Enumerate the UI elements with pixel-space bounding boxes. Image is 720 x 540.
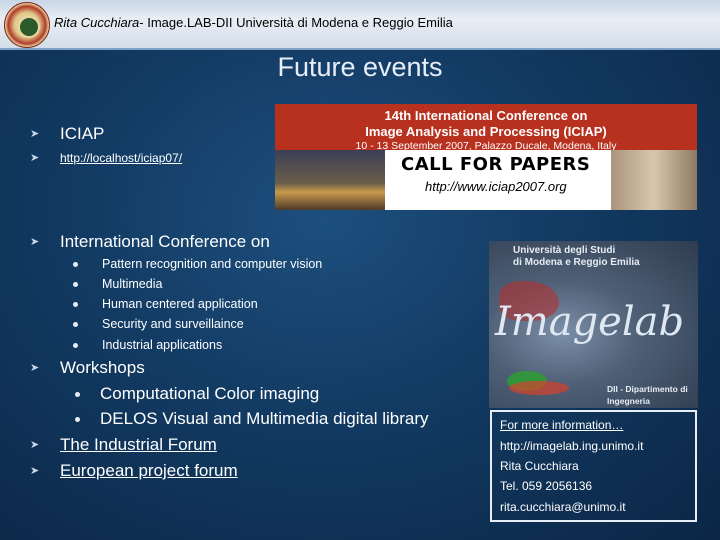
info-email: rita.cucchiara@unimo.it — [500, 500, 626, 514]
iciap-title-line2: Image Analysis and Processing (ICIAP) — [365, 124, 607, 139]
slide-title: Future events — [277, 52, 443, 82]
workshop-text: DELOS Visual and Multimedia digital libr… — [100, 409, 429, 428]
imagelab-header-line1: Università degli Studi — [513, 245, 616, 256]
topic-text: Security and surveillaince — [102, 317, 244, 331]
bullet-intl-conf-text: International Conference on — [60, 232, 270, 251]
iciap-link[interactable]: http://localhost/iciap07/ — [60, 151, 182, 165]
imagelab-picture: Università degli Studi di Modena e Reggi… — [489, 241, 698, 408]
palazzo-photo — [275, 150, 385, 210]
workshop-text: Computational Color imaging — [100, 384, 320, 403]
imagelab-footer-line1: DII - Dipartimento di — [607, 384, 688, 394]
topic-text: Pattern recognition and computer vision — [102, 257, 323, 271]
arrow-bullet-icon: ➤ — [30, 439, 40, 451]
dot-bullet-icon — [73, 321, 78, 327]
imagelab-logo: Imagelab — [495, 299, 685, 345]
header-text: Rita Cucchiara- Image.LAB-DII Università… — [54, 15, 453, 30]
iciap-banner-image: 14th International Conference on Image A… — [275, 104, 697, 210]
bullet-iciap-text: ICIAP — [60, 124, 105, 143]
bullet-european-forum: ➤ European project forum — [30, 461, 238, 481]
header-author: Rita Cucchiara — [54, 15, 140, 30]
dot-bullet-icon — [75, 391, 80, 397]
bullet-iciap-url: ➤ http://localhost/iciap07/ — [30, 151, 182, 165]
more-info-link[interactable]: For more information… — [500, 418, 623, 432]
iciap-banner-url: http://www.iciap2007.org — [425, 179, 567, 194]
dot-bullet-icon — [73, 342, 78, 348]
arrow-bullet-icon: ➤ — [30, 152, 40, 164]
industrial-forum-link[interactable]: The Industrial Forum — [60, 435, 217, 455]
dot-bullet-icon — [75, 416, 80, 422]
header-affiliation: - Image.LAB-DII Università di Modena e R… — [139, 15, 453, 30]
contact-info-box: For more information… http://imagelab.in… — [490, 410, 697, 522]
cathedral-photo — [611, 150, 697, 210]
imagelab-footer-line2: Ingegneria dell'Informazione — [607, 396, 650, 406]
topic-item: Pattern recognition and computer vision — [73, 257, 322, 271]
dot-bullet-icon — [73, 301, 78, 307]
workshop-item: Computational Color imaging — [75, 384, 319, 404]
iciap-title-line1: 14th International Conference on — [384, 108, 588, 123]
topic-item: Multimedia — [73, 277, 162, 291]
topic-item: Human centered application — [73, 297, 258, 311]
topic-text: Human centered application — [102, 297, 258, 311]
decor-shape — [509, 381, 569, 395]
imagelab-header-line2: di Modena e Reggio Emilia — [513, 257, 640, 268]
info-phone: Tel. 059 2056136 — [500, 479, 593, 493]
iciap-banner-title: 14th International Conference on Image A… — [275, 108, 697, 140]
dot-bullet-icon — [73, 261, 78, 267]
workshop-item: DELOS Visual and Multimedia digital libr… — [75, 409, 429, 429]
bullet-intl-conf: ➤ International Conference on — [30, 232, 270, 252]
info-name: Rita Cucchiara — [500, 459, 579, 473]
arrow-bullet-icon: ➤ — [30, 465, 40, 477]
dot-bullet-icon — [73, 281, 78, 287]
bullet-industrial-forum: ➤ The Industrial Forum — [30, 435, 217, 455]
arrow-bullet-icon: ➤ — [30, 362, 40, 374]
topic-item: Industrial applications — [73, 338, 222, 352]
imagelab-footer: DII - Dipartimento di Ingegneria dell'In… — [607, 383, 698, 408]
european-forum-link[interactable]: European project forum — [60, 461, 238, 481]
topic-text: Industrial applications — [102, 338, 223, 352]
university-seal-icon — [4, 2, 50, 48]
bullet-workshops-text: Workshops — [60, 358, 145, 377]
header-divider — [0, 48, 720, 50]
topic-text: Multimedia — [102, 277, 163, 291]
seal-center — [18, 16, 40, 38]
call-for-papers-text: CALL FOR PAPERS — [401, 154, 591, 175]
topic-item: Security and surveillaince — [73, 317, 244, 331]
bullet-iciap: ➤ ICIAP — [30, 124, 104, 144]
arrow-bullet-icon: ➤ — [30, 236, 40, 248]
arrow-bullet-icon: ➤ — [30, 128, 40, 140]
imagelab-header: Università degli Studi di Modena e Reggi… — [513, 245, 640, 269]
info-url: http://imagelab.ing.unimo.it — [500, 439, 644, 453]
bullet-workshops: ➤ Workshops — [30, 358, 145, 378]
